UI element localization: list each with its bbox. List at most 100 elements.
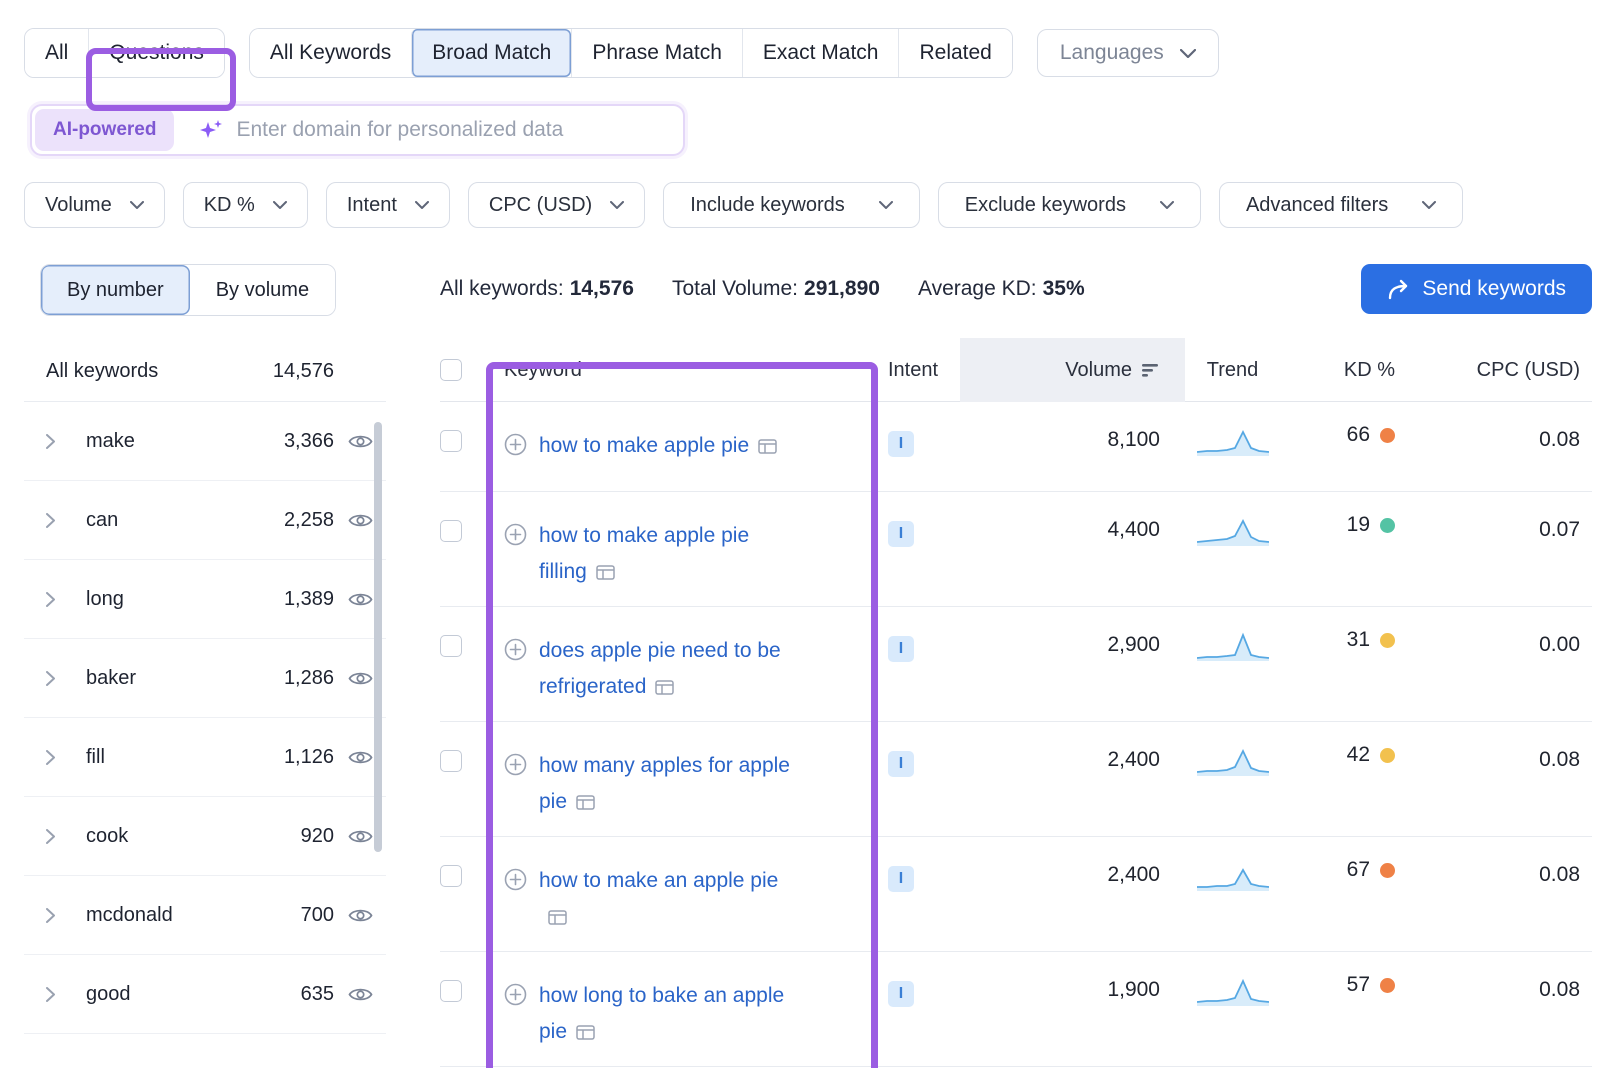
cpc-value: 0.07 [1410, 492, 1600, 542]
group-row-fill[interactable]: fill 1,126 [24, 718, 386, 797]
tab-phrase-match[interactable]: Phrase Match [571, 29, 742, 77]
row-checkbox[interactable] [440, 520, 462, 542]
kd-value: 66 [1347, 423, 1370, 447]
group-label: good [86, 983, 301, 1006]
ai-powered-badge: AI-powered [35, 109, 174, 151]
filters-bar: Volume KD % Intent CPC (USD) Include key… [24, 182, 1600, 228]
keyword-link[interactable]: how to make an apple pie [539, 869, 778, 892]
group-row-good[interactable]: good 635 [24, 955, 386, 1034]
add-keyword-icon[interactable] [504, 433, 527, 456]
group-row-can[interactable]: can 2,258 [24, 481, 386, 560]
chevron-down-icon [879, 201, 893, 209]
header-volume[interactable]: Volume [960, 338, 1185, 402]
group-row-cook[interactable]: cook 920 [24, 797, 386, 876]
languages-dropdown[interactable]: Languages [1037, 29, 1219, 77]
group-row-make[interactable]: make 3,366 [24, 402, 386, 481]
keyword-link[interactable]: how to make apple pie [539, 434, 749, 457]
toggle-by-volume[interactable]: By volume [190, 265, 335, 315]
volume-value: 2,900 [960, 607, 1185, 657]
chevron-right-icon [46, 908, 86, 923]
tab-broad-match[interactable]: Broad Match [411, 29, 571, 77]
row-checkbox[interactable] [440, 635, 462, 657]
add-keyword-icon[interactable] [504, 523, 527, 546]
tab-exact-match[interactable]: Exact Match [742, 29, 899, 77]
intent-badge[interactable]: I [888, 521, 914, 547]
cpc-value: 0.00 [1410, 607, 1600, 657]
filter-intent[interactable]: Intent [326, 182, 450, 228]
filter-exclude-keywords[interactable]: Exclude keywords [938, 182, 1201, 228]
serp-features-icon[interactable] [758, 439, 777, 454]
sort-descending-icon [1142, 363, 1160, 378]
serp-features-icon[interactable] [596, 565, 615, 580]
filter-advanced[interactable]: Advanced filters [1219, 182, 1463, 228]
chevron-down-icon [610, 201, 624, 209]
add-keyword-icon[interactable] [504, 868, 527, 891]
group-count: 920 [301, 825, 334, 848]
send-arrow-icon [1387, 279, 1410, 300]
serp-features-icon[interactable] [576, 795, 595, 810]
sidebar-scrollbar[interactable] [374, 422, 382, 852]
kd-value: 42 [1347, 743, 1370, 767]
row-checkbox[interactable] [440, 865, 462, 887]
filter-label: CPC (USD) [489, 194, 592, 217]
filter-volume[interactable]: Volume [24, 182, 165, 228]
add-keyword-icon[interactable] [504, 638, 527, 661]
group-row-mcdonald[interactable]: mcdonald 700 [24, 876, 386, 955]
intent-badge[interactable]: I [888, 636, 914, 662]
domain-input[interactable] [236, 110, 666, 150]
select-all-checkbox[interactable] [440, 359, 462, 381]
keywords-table: Keyword Intent Volume Trend KD % CPC (US… [440, 338, 1592, 1067]
eye-icon[interactable] [334, 907, 386, 924]
cpc-value: 0.08 [1410, 722, 1600, 772]
add-keyword-icon[interactable] [504, 983, 527, 1006]
keyword-link[interactable]: how to make apple pie filling [539, 524, 749, 583]
filter-include-keywords[interactable]: Include keywords [663, 182, 920, 228]
tab-related[interactable]: Related [898, 29, 1011, 77]
group-row-baker[interactable]: baker 1,286 [24, 639, 386, 718]
eye-icon[interactable] [334, 986, 386, 1003]
tab-all-keywords[interactable]: All Keywords [250, 29, 411, 77]
add-keyword-icon[interactable] [504, 753, 527, 776]
header-intent: Intent [880, 338, 960, 402]
trend-sparkline [1185, 952, 1280, 1006]
tab-questions[interactable]: Questions [88, 29, 224, 77]
chevron-right-icon [46, 434, 86, 449]
filter-label: Include keywords [690, 194, 845, 217]
sidebar-sort-toggle: By number By volume [40, 264, 336, 316]
header-trend: Trend [1185, 338, 1280, 402]
filter-label: KD % [204, 194, 255, 217]
keyword-group-list: All keywords 14,576 make 3,366 can 2,258 [24, 342, 386, 1034]
serp-features-icon[interactable] [655, 680, 674, 695]
toggle-by-number[interactable]: By number [41, 265, 190, 315]
send-keywords-button[interactable]: Send keywords [1361, 264, 1592, 314]
tab-all[interactable]: All [25, 29, 88, 77]
trend-sparkline [1185, 607, 1280, 661]
kd-dot [1380, 863, 1395, 878]
keyword-groups-sidebar: By number By volume All keywords 14,576 … [24, 264, 386, 1067]
table-row: how to make an apple pie I 2,400 67 0.08 [440, 837, 1592, 952]
group-label: mcdonald [86, 904, 301, 927]
group-list-header[interactable]: All keywords 14,576 [24, 342, 386, 402]
row-checkbox[interactable] [440, 750, 462, 772]
row-checkbox[interactable] [440, 430, 462, 452]
row-checkbox[interactable] [440, 980, 462, 1002]
send-keywords-label: Send keywords [1422, 277, 1566, 301]
group-list-count: 14,576 [273, 360, 334, 383]
serp-features-icon[interactable] [548, 910, 567, 925]
intent-badge[interactable]: I [888, 751, 914, 777]
group-row-long[interactable]: long 1,389 [24, 560, 386, 639]
serp-features-icon[interactable] [576, 1025, 595, 1040]
intent-badge[interactable]: I [888, 866, 914, 892]
intent-badge[interactable]: I [888, 981, 914, 1007]
header-keyword: Keyword [490, 338, 880, 402]
trend-sparkline [1185, 492, 1280, 546]
cpc-value: 0.08 [1410, 402, 1600, 452]
chevron-down-icon [1160, 201, 1174, 209]
languages-label: Languages [1060, 41, 1164, 65]
group-count: 700 [301, 904, 334, 927]
filter-label: Advanced filters [1246, 194, 1388, 217]
filter-cpc[interactable]: CPC (USD) [468, 182, 645, 228]
trend-sparkline [1185, 402, 1280, 456]
intent-badge[interactable]: I [888, 431, 914, 457]
filter-kd[interactable]: KD % [183, 182, 308, 228]
